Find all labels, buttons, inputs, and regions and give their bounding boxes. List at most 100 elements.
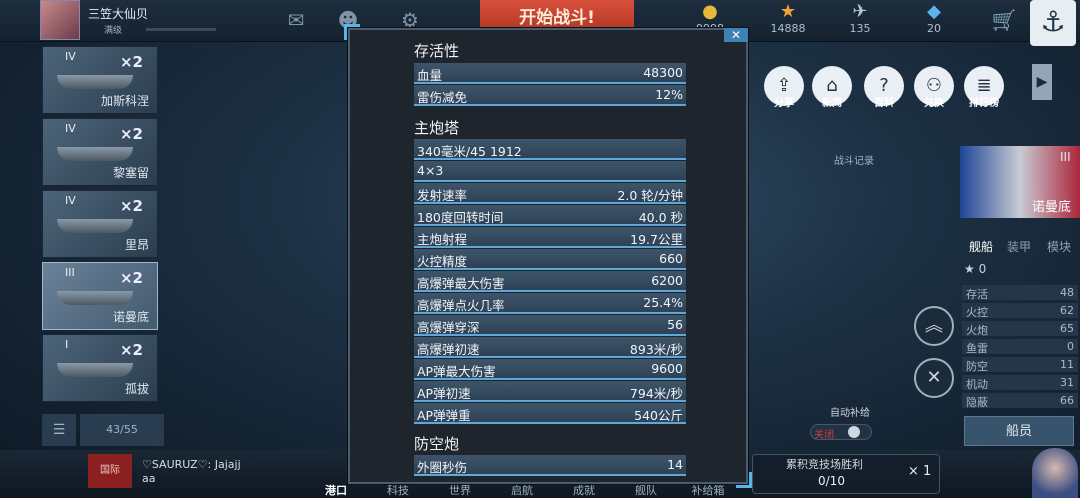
- ship-count-total: 43/55: [80, 414, 164, 446]
- stat-value: 660: [659, 251, 683, 266]
- tab-armor[interactable]: 装甲: [1000, 238, 1038, 255]
- encyclopedia-label: 百科: [874, 98, 894, 109]
- stat-row: 主炮射程 19.7公里: [414, 227, 686, 248]
- ship-count: ×2: [119, 197, 143, 215]
- stat-key: 高爆弹穿深: [417, 320, 480, 335]
- section-title-turret: 主炮塔: [414, 119, 460, 137]
- ship-name: 诺曼底: [112, 310, 149, 324]
- stat-key: 雷伤减免: [417, 90, 468, 105]
- repair-tools-icon[interactable]: ✕: [914, 358, 954, 398]
- stat-row: 外圈秒伤 14: [414, 455, 686, 476]
- nav-harbor[interactable]: 港口: [316, 482, 356, 498]
- leaderboard-label: 排行榜: [969, 98, 999, 109]
- arrow-right-icon[interactable]: ▶: [1032, 64, 1052, 100]
- stat-label: 防空: [966, 360, 988, 373]
- stat-value: 12%: [655, 87, 683, 102]
- stat-label: 火炮: [966, 324, 988, 337]
- ship-tier: III: [65, 266, 75, 279]
- ship-name: 孤拔: [124, 382, 149, 396]
- tab-ship[interactable]: 舰船: [962, 238, 1000, 255]
- plane-resource[interactable]: ✈ 135: [830, 2, 890, 40]
- stat-row: 血量 48300: [414, 63, 686, 84]
- ship-image: [57, 363, 133, 377]
- shop-cart-icon[interactable]: 🛒: [990, 8, 1018, 32]
- stat-row: 火控精度 660: [414, 249, 686, 270]
- battle-record-label[interactable]: 战斗记录: [834, 152, 874, 167]
- stat-value: 40.0 秒: [638, 210, 683, 225]
- ship-card[interactable]: I ×2 孤拔: [42, 334, 158, 402]
- stat-value: 48: [1060, 286, 1074, 299]
- nav-fleet[interactable]: 舰队: [626, 482, 666, 498]
- ship-card-selected[interactable]: III ×2 诺曼底: [42, 262, 158, 330]
- ship-list: IV ×2 加斯科涅 IV ×2 黎塞留 IV ×2 里昂 III ×2 诺曼底…: [40, 46, 164, 410]
- preview-ship-name: 诺曼底: [1032, 200, 1072, 215]
- ship-tier: IV: [65, 50, 76, 63]
- star-value: 14888: [770, 22, 806, 35]
- stat-key: 高爆弹最大伤害: [417, 276, 505, 291]
- ship-card[interactable]: IV ×2 黎塞留: [42, 118, 158, 186]
- toggle-knob[interactable]: [848, 426, 860, 438]
- close-icon[interactable]: ✕: [724, 28, 748, 42]
- nav-tech[interactable]: 科技: [378, 482, 418, 498]
- nav-world[interactable]: 世界: [440, 482, 480, 498]
- news-label: 新闻: [822, 98, 842, 109]
- chat-message[interactable]: ♡SAURUZ♡: Jajajj: [142, 458, 241, 471]
- list-menu-icon[interactable]: ☰: [42, 414, 76, 446]
- ship-image: [57, 219, 133, 233]
- nav-launch[interactable]: 启航: [502, 482, 542, 498]
- section-title-survivability: 存活性: [414, 42, 460, 60]
- anchor-icon[interactable]: ⚓: [1030, 0, 1076, 46]
- stat-row: 180度回转时间 40.0 秒: [414, 205, 686, 226]
- ship-count: ×2: [119, 341, 143, 359]
- ship-tier: I: [65, 338, 69, 351]
- tab-module[interactable]: 模块: [1040, 238, 1078, 255]
- preview-tier: III: [1060, 150, 1071, 164]
- star-icon: ★: [779, 1, 797, 22]
- stat-row: 4×3: [414, 161, 686, 182]
- upgrade-chevron-icon[interactable]: ︽: [914, 306, 954, 346]
- mail-icon[interactable]: ✉: [282, 8, 310, 32]
- stat-row: 高爆弹穿深 56: [414, 315, 686, 336]
- star-rating: ★ 0: [964, 262, 987, 276]
- ship-tier: IV: [65, 194, 76, 207]
- nav-achievements[interactable]: 成就: [564, 482, 604, 498]
- stat-value: 14: [667, 457, 683, 472]
- nav-supply[interactable]: 补给箱: [688, 482, 728, 498]
- ship-card[interactable]: IV ×2 加斯科涅: [42, 46, 158, 114]
- stat-row: 发射速率 2.0 轮/分钟: [414, 183, 686, 204]
- stat-label: 鱼雷: [966, 342, 988, 355]
- stat-value: 11: [1060, 358, 1074, 371]
- ship-name: 里昂: [124, 238, 149, 252]
- chat-channel-badge[interactable]: 国际: [88, 454, 132, 488]
- stat-row: 高爆弹点火几率 25.4%: [414, 293, 686, 314]
- stat-key: 火控精度: [417, 254, 468, 269]
- stat-key: 340毫米/45 1912: [417, 144, 522, 159]
- crew-button[interactable]: 船员: [964, 416, 1074, 446]
- stat-value: 9600: [651, 361, 683, 376]
- crystal-icon: ◆: [927, 1, 941, 22]
- ship-card[interactable]: IV ×2 里昂: [42, 190, 158, 258]
- player-avatar[interactable]: [40, 0, 80, 40]
- stat-label: 机动: [966, 378, 988, 391]
- stat-row: 高爆弹初速 893米/秒: [414, 337, 686, 358]
- stat-row: 防空 11: [962, 356, 1078, 373]
- crystal-resource[interactable]: ◆ 20: [904, 2, 964, 40]
- ship-image: [57, 75, 133, 89]
- toggle-off-label: 关闭: [814, 430, 834, 441]
- stat-key: 主炮射程: [417, 232, 468, 247]
- player-name: 三笠大仙贝: [88, 7, 149, 21]
- ship-name: 加斯科涅: [100, 94, 149, 108]
- stat-label: 隐蔽: [966, 396, 988, 409]
- stat-row: AP弹弹重 540公斤: [414, 403, 686, 424]
- stat-value: 2.0 轮/分钟: [617, 188, 683, 203]
- advisor-portrait[interactable]: [1032, 448, 1078, 498]
- star-resource[interactable]: ★ 14888: [758, 2, 818, 40]
- chat-message-2[interactable]: aa: [142, 472, 155, 485]
- stat-value: 48300: [643, 65, 683, 80]
- arena-reward-progress: 0/10: [818, 474, 845, 488]
- stat-row: 火炮 65: [962, 320, 1078, 337]
- ship-count: ×2: [119, 53, 143, 71]
- stat-value: 0: [1067, 340, 1074, 353]
- stat-key: 高爆弹初速: [417, 342, 480, 357]
- stat-key: 180度回转时间: [417, 210, 504, 225]
